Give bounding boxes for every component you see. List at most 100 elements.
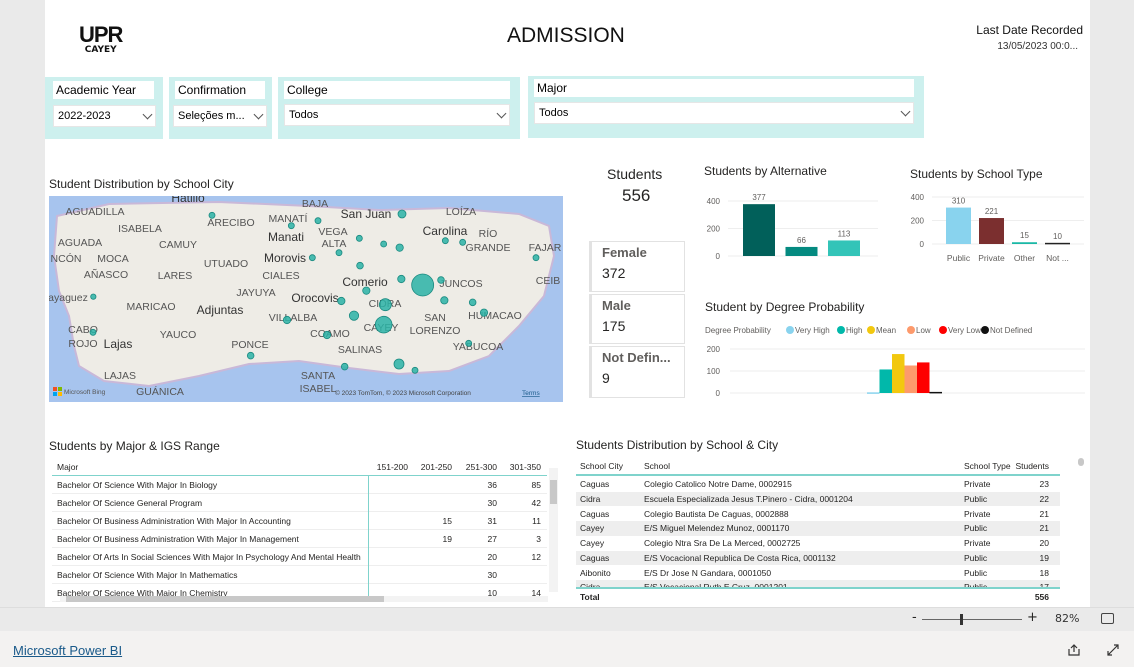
column-header[interactable]: 251-300 bbox=[459, 462, 503, 472]
dropdown-value: Seleções m... bbox=[178, 110, 245, 122]
map-label: PONCE bbox=[231, 339, 268, 351]
column-header[interactable]: 301-350 bbox=[503, 462, 547, 472]
city-bubble[interactable] bbox=[397, 209, 407, 219]
scrollbar-thumb[interactable] bbox=[550, 480, 557, 504]
city-bubble[interactable] bbox=[411, 273, 435, 297]
city-bubble[interactable] bbox=[411, 366, 419, 374]
school-city-map[interactable]: Hatillo AGUADILLA ARECIBO BAJA MANATÍ San Jua… bbox=[49, 196, 563, 402]
dropdown-value: Todos bbox=[539, 107, 569, 119]
chevron-down-icon bbox=[900, 106, 911, 116]
scrollbar-thumb[interactable] bbox=[66, 596, 384, 602]
city-bubble[interactable] bbox=[90, 293, 97, 300]
zoom-slider[interactable] bbox=[922, 614, 1022, 625]
map-label: BAJA bbox=[302, 198, 328, 210]
city-bubble[interactable] bbox=[348, 310, 360, 321]
city-bubble[interactable] bbox=[355, 234, 363, 242]
map-label: SAN bbox=[424, 312, 446, 324]
city-bubble[interactable] bbox=[393, 358, 405, 370]
school-table-title: Students Distribution by School & City bbox=[576, 438, 779, 452]
map-label: ROJO bbox=[68, 338, 97, 350]
map-label: MARICAO bbox=[126, 301, 175, 313]
confirmation-dropdown[interactable]: Seleções m... bbox=[173, 105, 267, 127]
city-bubble[interactable] bbox=[397, 274, 406, 284]
city-bubble[interactable] bbox=[465, 339, 473, 347]
city-bubble[interactable] bbox=[322, 330, 332, 340]
column-header[interactable]: 151-200 bbox=[370, 462, 414, 472]
column-header[interactable]: School City bbox=[580, 461, 640, 471]
power-bi-link[interactable]: Microsoft Power BI bbox=[13, 643, 122, 658]
alternative-chart-title: Students by Alternative bbox=[704, 164, 827, 178]
table-cell: Private bbox=[964, 538, 991, 549]
terms-link[interactable]: Terms bbox=[522, 390, 540, 397]
city-bubble[interactable] bbox=[437, 276, 445, 284]
map-label: ISABEL bbox=[300, 383, 337, 395]
map-label: VEGA bbox=[318, 226, 347, 238]
map-label: Hatillo bbox=[171, 196, 205, 205]
major-dropdown[interactable]: Todos bbox=[534, 102, 914, 124]
city-bubble[interactable] bbox=[282, 315, 292, 325]
logo: UPR CAYEY bbox=[79, 22, 123, 55]
table-cell: Cayey bbox=[580, 523, 605, 534]
legend-marker-icon bbox=[867, 326, 875, 334]
table-scrollbar[interactable] bbox=[1078, 458, 1084, 466]
city-bubble[interactable] bbox=[337, 296, 346, 306]
academic-year-dropdown[interactable]: 2022-2023 bbox=[53, 105, 156, 127]
table-cell: 30 bbox=[487, 497, 497, 508]
city-bubble[interactable] bbox=[395, 243, 404, 252]
card-value: 175 bbox=[602, 318, 626, 334]
city-bubble[interactable] bbox=[356, 261, 364, 270]
data-label: 113 bbox=[838, 229, 851, 238]
table-total-row: Total 556 bbox=[576, 587, 1060, 604]
bar bbox=[946, 207, 971, 244]
city-bubble[interactable] bbox=[374, 315, 393, 334]
map-label: Carolina bbox=[423, 224, 468, 238]
city-bubble[interactable] bbox=[314, 217, 322, 225]
bar bbox=[979, 218, 1004, 244]
table-row: Bachelor Of Science General Program 30 42 bbox=[52, 494, 547, 512]
column-header[interactable]: Students bbox=[1008, 461, 1055, 471]
zoom-in-button[interactable]: + bbox=[1027, 610, 1038, 625]
slicer-academic-year: Academic Year 2022-2023 bbox=[45, 77, 163, 139]
map-credit: © 2023 TomTom, © 2023 Microsoft Corporat… bbox=[335, 389, 471, 397]
total-label: Total bbox=[580, 592, 600, 602]
city-bubble[interactable] bbox=[287, 222, 295, 230]
city-bubble[interactable] bbox=[340, 362, 349, 371]
map-label: Manati bbox=[268, 230, 304, 244]
column-header[interactable]: School Type bbox=[964, 461, 1012, 471]
map-label: YABUCOA bbox=[453, 341, 504, 353]
zoom-slider-thumb[interactable] bbox=[960, 614, 963, 625]
city-bubble[interactable] bbox=[335, 249, 343, 257]
column-header[interactable]: 201-250 bbox=[414, 462, 458, 472]
share-icon[interactable] bbox=[1067, 643, 1081, 657]
city-bubble[interactable] bbox=[441, 237, 449, 245]
column-header[interactable]: School bbox=[644, 461, 944, 471]
fullscreen-icon[interactable] bbox=[1106, 643, 1120, 657]
table-cell: E/S Vocacional Republica De Costa Rica, … bbox=[644, 552, 836, 563]
city-bubble[interactable] bbox=[362, 286, 371, 295]
college-dropdown[interactable]: Todos bbox=[284, 104, 510, 126]
table-cell: 20 bbox=[1039, 538, 1049, 549]
city-bubble[interactable] bbox=[440, 296, 449, 305]
table-cell: 19 bbox=[442, 533, 452, 544]
table-cell: Public bbox=[964, 567, 988, 578]
city-bubble[interactable] bbox=[308, 254, 316, 262]
zoom-out-button[interactable]: - bbox=[912, 610, 917, 625]
city-bubble[interactable] bbox=[380, 240, 388, 248]
city-bubble[interactable] bbox=[208, 211, 216, 219]
city-bubble[interactable] bbox=[378, 298, 392, 312]
column-header[interactable]: Major bbox=[57, 462, 373, 472]
city-bubble[interactable] bbox=[479, 308, 489, 317]
city-bubble[interactable] bbox=[468, 298, 477, 307]
map-label: VILLALBA bbox=[269, 312, 317, 324]
table-cell: 23 bbox=[1039, 479, 1049, 490]
table-cell: 30 bbox=[487, 569, 497, 580]
logo-text: UPR bbox=[79, 22, 123, 47]
city-bubble[interactable] bbox=[532, 254, 540, 262]
city-bubble[interactable] bbox=[246, 351, 255, 360]
table-cell: 3 bbox=[536, 533, 541, 544]
city-bubble[interactable] bbox=[89, 328, 97, 336]
fit-to-page-icon[interactable] bbox=[1101, 613, 1114, 624]
city-bubble[interactable] bbox=[459, 238, 467, 246]
legend-marker-icon bbox=[786, 326, 794, 334]
x-tick-label: Private bbox=[978, 253, 1005, 263]
